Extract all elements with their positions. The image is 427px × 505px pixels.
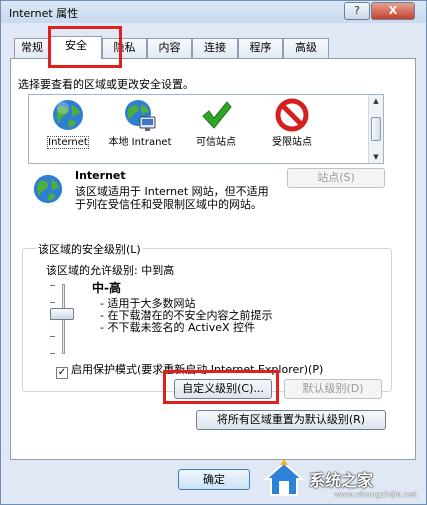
slider-tick (50, 336, 55, 337)
intranet-globe-icon (125, 100, 156, 131)
security-level-slider-thumb[interactable] (50, 308, 74, 320)
tab-general[interactable]: 常规 (14, 38, 50, 58)
globe-icon (53, 100, 83, 130)
tab-advanced[interactable]: 高级 (283, 38, 329, 58)
title-bar: Internet 属性 ? X (1, 1, 426, 23)
zone-trusted-sites[interactable]: 可信站点 (181, 98, 251, 149)
tab-connections[interactable]: 连接 (192, 38, 238, 58)
selected-zone-description: 该区域适用于 Internet 网站，但不适用于列在受信任和受限制区域中的网站。 (75, 185, 269, 211)
tab-programs[interactable]: 程序 (238, 38, 283, 58)
zone-list: Internet 本地 Intranet 可信站点 受限站点 ▲ ▼ (28, 94, 384, 164)
watermark: 系统之家 www.xitongzhijia.net (262, 457, 422, 501)
slider-tick (50, 285, 55, 286)
reset-all-zones-button[interactable]: 将所有区域重置为默认级别(R) (196, 410, 386, 430)
scroll-down-arrow-icon[interactable]: ▼ (369, 151, 383, 163)
slider-tick (50, 302, 55, 303)
zone-local-intranet[interactable]: 本地 Intranet (105, 98, 175, 149)
allowed-levels-text: 该区域的允许级别: 中到高 (46, 264, 175, 277)
watermark-url: www.xitongzhijia.net (334, 490, 418, 499)
selected-zone-globe-icon (33, 174, 63, 204)
zone-label: 本地 Intranet (108, 137, 172, 148)
sites-button[interactable]: 站点(S) (287, 168, 385, 188)
protected-mode-row: ✓ 启用保护模式(要求重新启动 Internet Explorer)(P) (56, 361, 323, 379)
help-button[interactable]: ? (344, 2, 370, 20)
protected-mode-label[interactable]: 启用保护模式(要求重新启动 Internet Explorer)(P) (71, 363, 323, 376)
window-title: Internet 属性 (9, 7, 79, 20)
zone-label: 可信站点 (196, 137, 236, 148)
no-entry-icon (275, 98, 309, 132)
tab-privacy[interactable]: 隐私 (102, 38, 147, 58)
close-button[interactable]: X (371, 2, 415, 20)
selected-zone-title: Internet (75, 169, 126, 182)
scroll-up-arrow-icon[interactable]: ▲ (369, 95, 383, 107)
zone-label: 受限站点 (272, 137, 312, 148)
security-level-name: 中-高 (92, 281, 121, 295)
checkmark-icon (202, 101, 232, 129)
house-logo-icon (263, 459, 305, 496)
slider-tick (50, 353, 55, 354)
scroll-thumb[interactable] (371, 117, 381, 141)
level-description-line: - 不下载未签名的 ActiveX 控件 (100, 321, 256, 334)
default-level-button[interactable]: 默认级别(D) (284, 379, 382, 399)
zone-label: Internet (47, 136, 89, 149)
custom-level-button[interactable]: 自定义级别(C)... (174, 379, 272, 399)
tab-content[interactable]: 内容 (147, 38, 192, 58)
tab-security[interactable]: 安全 (50, 36, 102, 59)
zone-instruction: 选择要查看的区域或更改安全设置。 (18, 78, 194, 91)
security-level-group-title: 该区域的安全级别(L) (36, 241, 143, 257)
watermark-text: 系统之家 (309, 471, 374, 490)
zone-internet[interactable]: Internet (33, 98, 103, 149)
protected-mode-checkbox[interactable]: ✓ (56, 367, 68, 379)
ok-button[interactable]: 确定 (178, 469, 250, 490)
zone-restricted-sites[interactable]: 受限站点 (257, 98, 327, 149)
zone-list-scrollbar[interactable]: ▲ ▼ (368, 95, 383, 163)
